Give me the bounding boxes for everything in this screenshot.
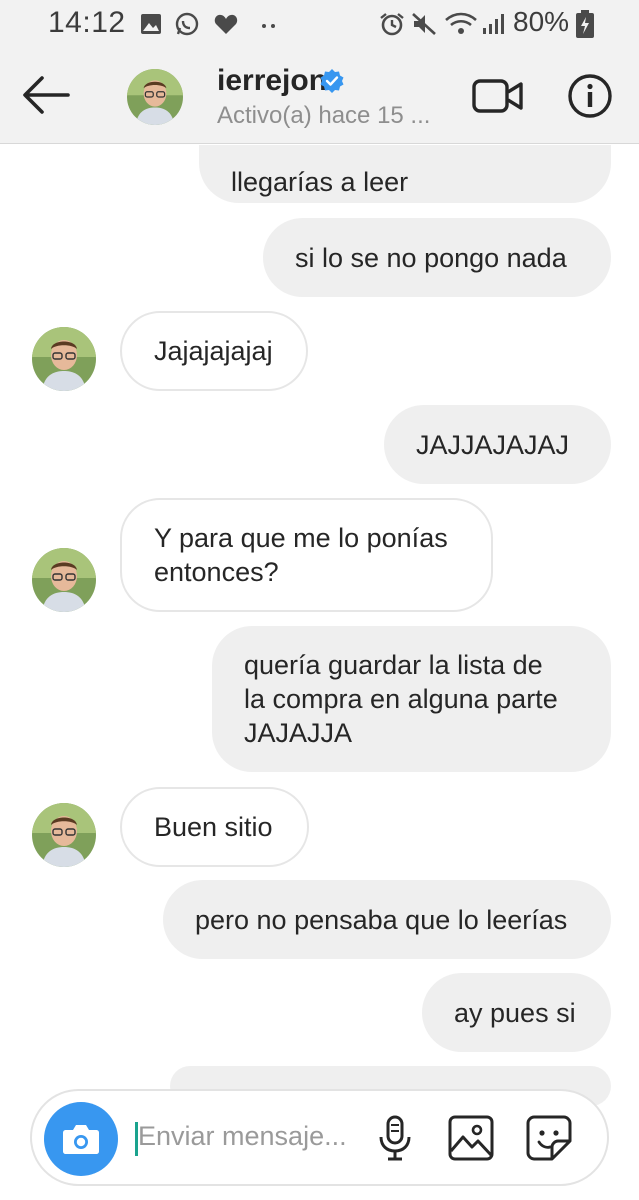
activity-status: Activo(a) hace 15 ... — [217, 102, 431, 129]
message-line: la compra en alguna parte — [244, 684, 558, 714]
camera-button[interactable] — [44, 1102, 118, 1176]
more-dots-icon — [262, 24, 275, 28]
message-text: ay pues si — [454, 997, 576, 1028]
message-sent[interactable]: ay pues si — [422, 973, 611, 1052]
battery-charging-icon — [576, 10, 594, 38]
sender-avatar[interactable] — [32, 548, 96, 612]
message-text: si lo se no pongo nada — [295, 242, 567, 273]
sender-avatar[interactable] — [32, 803, 96, 867]
message-sent[interactable]: JAJJAJAJAJ — [384, 405, 611, 484]
message-received[interactable]: Buen sitio — [120, 787, 309, 867]
verified-badge-icon — [320, 69, 344, 93]
message-text: quería guardar la lista de la compra en … — [244, 648, 558, 750]
heart-icon — [214, 14, 238, 34]
camera-icon — [63, 1125, 99, 1154]
status-bar: 14:12 80% — [0, 0, 639, 48]
whatsapp-icon — [175, 12, 199, 36]
avatar-image — [32, 327, 96, 391]
avatar-image — [127, 69, 183, 125]
message-sent[interactable]: quería guardar la lista de la compra en … — [212, 626, 611, 772]
microphone-icon[interactable] — [370, 1113, 420, 1163]
info-icon[interactable] — [566, 72, 614, 120]
message-text: Y para que me lo ponías entonces? — [154, 521, 448, 589]
message-text: pero no pensaba que lo leerías — [195, 904, 568, 935]
back-arrow-icon[interactable] — [18, 70, 76, 120]
avatar-image — [32, 548, 96, 612]
message-line: entonces? — [154, 557, 279, 587]
status-time: 14:12 — [48, 6, 126, 39]
message-received[interactable]: Jajajajajaj — [120, 311, 308, 391]
sender-avatar[interactable] — [32, 327, 96, 391]
video-call-icon[interactable] — [472, 76, 524, 116]
gallery-icon — [141, 14, 161, 34]
message-text: Jajajajajaj — [154, 336, 273, 366]
message-received[interactable]: llegarías a leer — [199, 145, 611, 203]
wifi-icon — [445, 12, 477, 34]
mute-icon — [412, 13, 436, 35]
avatar[interactable] — [127, 69, 183, 125]
message-sent[interactable]: pero no pensaba que lo leerías — [163, 880, 611, 959]
message-line: JAJAJJA — [244, 718, 353, 748]
message-text: JAJJAJAJAJ — [416, 429, 570, 460]
message-input[interactable] — [138, 1121, 358, 1152]
message-text: llegarías a leer — [231, 167, 409, 197]
message-sent[interactable]: si lo se no pongo nada — [263, 218, 611, 297]
message-composer — [30, 1089, 609, 1186]
sticker-icon[interactable] — [524, 1113, 574, 1163]
alarm-icon — [380, 13, 404, 36]
gallery-icon[interactable] — [446, 1113, 496, 1163]
message-line: quería guardar la lista de — [244, 650, 543, 680]
message-line: Y para que me lo ponías — [154, 523, 448, 553]
username[interactable]: ierrejon — [217, 64, 327, 98]
message-text: Buen sitio — [154, 812, 273, 842]
signal-icon — [483, 14, 504, 34]
avatar-image — [32, 803, 96, 867]
chat-header: ierrejon Activo(a) hace 15 ... — [0, 48, 639, 144]
battery-percentage: 80% — [513, 6, 570, 37]
message-received[interactable]: Y para que me lo ponías entonces? — [120, 498, 493, 612]
